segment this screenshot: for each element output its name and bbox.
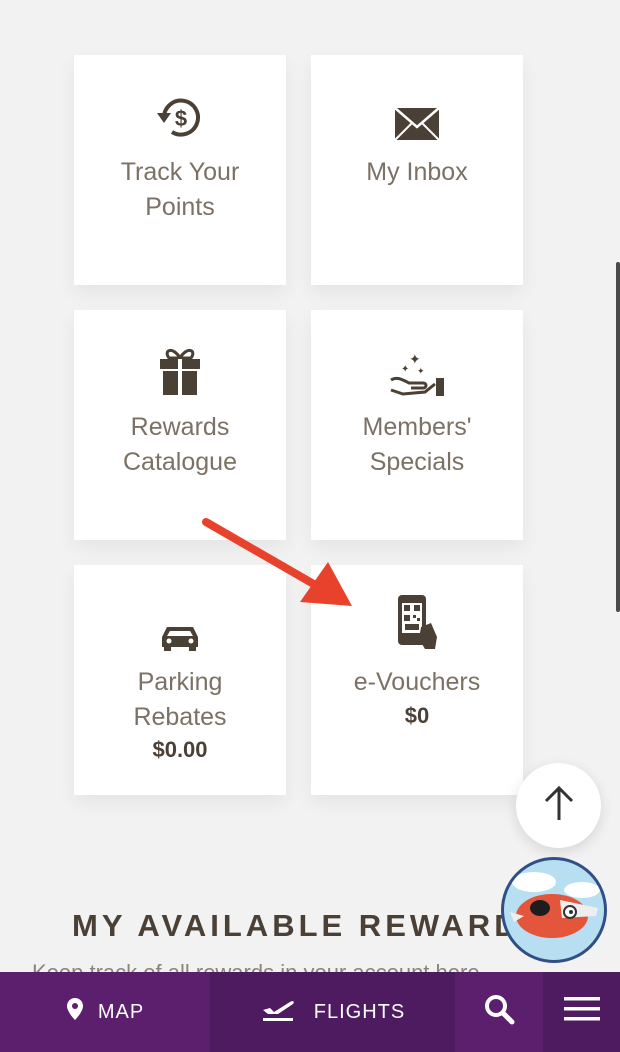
annotation-arrow (202, 518, 352, 606)
parking-rebates-amount: $0.00 (152, 737, 208, 762)
arrow-up-icon (543, 784, 575, 827)
phone-qr-icon (395, 593, 439, 656)
tile-label: My Inbox (366, 158, 468, 186)
nav-flights-label: FLIGHTS (313, 1000, 406, 1023)
tile-label: Rewards Catalogue (123, 413, 237, 476)
hamburger-menu-icon (563, 995, 600, 1029)
dollar-history-icon: $ (154, 93, 206, 148)
tile-members-specials[interactable]: ✦ ✦ ✦ Members' Specials (311, 310, 523, 540)
section-title: MY AVAILABLE REWARDS (72, 908, 542, 943)
nav-menu-button[interactable] (543, 972, 620, 1052)
tile-track-your-points[interactable]: $ Track Your Points (74, 55, 286, 285)
nav-map-label: MAP (97, 1000, 145, 1023)
envelope-icon (394, 107, 440, 146)
search-icon (483, 993, 515, 1031)
bottom-nav: MAP FLIGHTS (0, 972, 620, 1052)
scroll-to-top-button[interactable] (516, 763, 601, 848)
scroll-indicator (616, 262, 620, 612)
sparkle-hand-icon: ✦ ✦ ✦ (389, 350, 445, 401)
nav-search-button[interactable] (455, 972, 543, 1052)
car-icon (160, 623, 200, 656)
nav-flights[interactable]: FLIGHTS (210, 972, 455, 1052)
svg-text:✦: ✦ (401, 364, 409, 375)
tile-label: Parking Rebates (133, 668, 227, 731)
nav-map[interactable]: MAP (0, 972, 210, 1052)
tile-label: e-Vouchers (353, 668, 481, 696)
plane-departure-icon (260, 996, 296, 1028)
svg-text:✦: ✦ (417, 367, 425, 377)
tile-label: Members' Specials (362, 413, 472, 476)
tile-label: Track Your Points (120, 158, 240, 221)
tile-rewards-catalogue[interactable]: Rewards Catalogue (74, 310, 286, 540)
mascot-chat-button[interactable] (501, 857, 607, 963)
svg-text:$: $ (175, 106, 187, 131)
tile-my-inbox[interactable]: My Inbox (311, 55, 523, 285)
map-pin-icon (66, 997, 84, 1027)
svg-text:✦: ✦ (409, 352, 421, 368)
gift-icon (159, 346, 201, 401)
e-vouchers-amount: $0 (404, 703, 430, 728)
